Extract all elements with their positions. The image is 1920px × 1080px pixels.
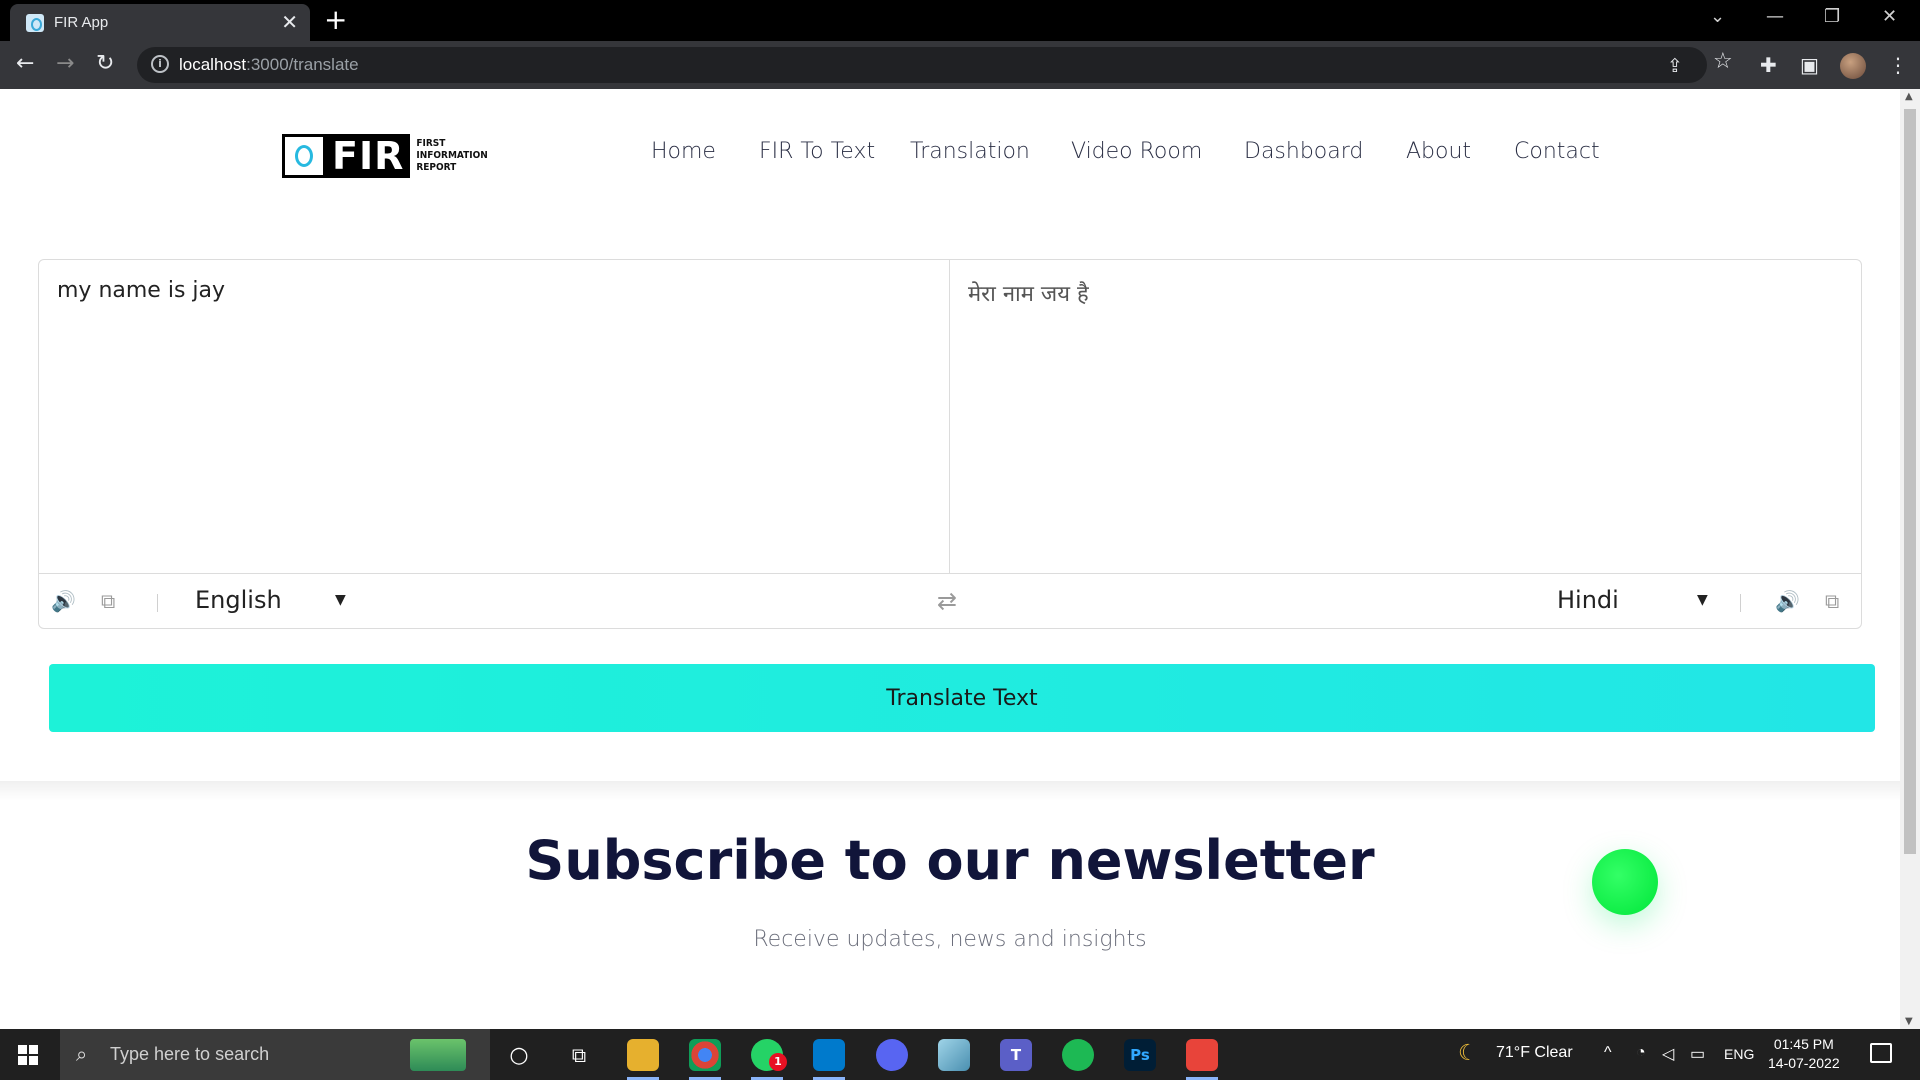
- url-path: :3000/translate: [246, 55, 359, 74]
- back-arrow-icon[interactable]: ←: [16, 51, 34, 76]
- side-panel-icon[interactable]: ▣: [1800, 53, 1819, 77]
- discord-icon[interactable]: [876, 1039, 908, 1071]
- swap-languages-icon[interactable]: ⇄: [937, 587, 957, 615]
- whatsapp-icon[interactable]: 1: [751, 1039, 787, 1080]
- chrome-icon[interactable]: [689, 1039, 721, 1080]
- forward-arrow-icon[interactable]: →: [56, 51, 74, 76]
- target-copy-icon[interactable]: ⧉: [1825, 589, 1839, 613]
- volume-icon[interactable]: ◁: [1662, 1044, 1674, 1064]
- nav-home[interactable]: Home: [651, 139, 716, 164]
- search-icon: ⌕: [76, 1042, 88, 1066]
- profile-avatar[interactable]: [1840, 53, 1866, 79]
- target-pane: [950, 260, 1861, 573]
- scrollbar-thumb[interactable]: [1904, 109, 1916, 854]
- page-content: FIR FIRST INFORMATION REPORT Home FIR To…: [0, 89, 1900, 1029]
- translated-text-output[interactable]: [950, 260, 1861, 573]
- search-highlight-icon: [410, 1039, 466, 1071]
- source-copy-icon[interactable]: ⧉: [101, 589, 115, 613]
- restore-button[interactable]: ❐: [1824, 6, 1840, 27]
- scroll-up-arrow-icon[interactable]: ▲: [1905, 91, 1913, 102]
- share-icon[interactable]: ⇪: [1667, 55, 1683, 77]
- floating-chat-button[interactable]: [1592, 849, 1658, 915]
- notifications-icon[interactable]: [1870, 1043, 1892, 1063]
- url-text[interactable]: localhost:3000/translate: [179, 55, 359, 75]
- system-clock[interactable]: 01:45 PM 14-07-2022: [1768, 1035, 1840, 1073]
- file-explorer-icon[interactable]: [627, 1039, 659, 1080]
- teams-icon[interactable]: T: [1000, 1039, 1032, 1071]
- windows-start-icon[interactable]: [18, 1045, 38, 1065]
- chevron-down-icon[interactable]: ▼: [1697, 592, 1708, 608]
- windows-taskbar: ⌕ Type here to search ○ ⧉ 1 T Ps ☾ 71°F …: [0, 1029, 1920, 1080]
- newsletter-subtitle: Receive updates, news and insights: [753, 927, 1147, 952]
- taskbar-search-placeholder: Type here to search: [110, 1044, 270, 1064]
- vscode-icon[interactable]: [813, 1039, 845, 1080]
- browser-tab-bar: FIR App ✕ + ⌄ — ❐ ✕: [0, 0, 1920, 41]
- weather-text[interactable]: 71°F Clear: [1496, 1044, 1573, 1062]
- section-divider: [0, 781, 1900, 801]
- snipping-tool-icon[interactable]: [1186, 1039, 1218, 1080]
- tray-chevron-icon[interactable]: ^: [1604, 1044, 1612, 1062]
- reload-icon[interactable]: ↻: [96, 51, 114, 76]
- extensions-puzzle-icon[interactable]: ✚: [1760, 53, 1777, 77]
- target-language-select[interactable]: Hindi: [1557, 586, 1619, 614]
- target-speaker-icon[interactable]: 🔊: [1775, 589, 1800, 613]
- battery-icon[interactable]: ▭: [1690, 1044, 1705, 1064]
- site-info-icon[interactable]: i: [151, 55, 169, 73]
- nav-about[interactable]: About: [1406, 139, 1471, 164]
- nav-video-room[interactable]: Video Room: [1071, 139, 1202, 164]
- clock-time: 01:45 PM: [1773, 1036, 1834, 1052]
- chevron-down-icon[interactable]: ▼: [335, 592, 346, 608]
- taskbar-search[interactable]: ⌕ Type here to search: [60, 1029, 490, 1080]
- source-text-input[interactable]: [39, 260, 949, 573]
- input-language[interactable]: ENG: [1724, 1046, 1754, 1062]
- browser-toolbar: ← → ↻ i localhost:3000/translate ⇪ ☆ ✚ ▣…: [0, 41, 1920, 89]
- minimize-button[interactable]: —: [1766, 6, 1784, 27]
- source-speaker-icon[interactable]: 🔊: [51, 589, 76, 613]
- close-window-button[interactable]: ✕: [1882, 6, 1897, 27]
- main-nav: Home FIR To Text Translation Video Room …: [0, 139, 1900, 169]
- url-host: localhost: [179, 55, 247, 74]
- browser-tab[interactable]: FIR App ✕: [10, 4, 310, 41]
- browser-menu-icon[interactable]: ⋮: [1888, 53, 1908, 77]
- wifi-icon[interactable]: ◔: [1636, 1044, 1646, 1062]
- bookmark-star-icon[interactable]: ☆: [1713, 49, 1733, 74]
- new-tab-button[interactable]: +: [324, 4, 347, 36]
- translator-box: 🔊 ⧉ English ▼ ⇄ Hindi ▼ 🔊 ⧉: [38, 259, 1862, 629]
- nav-fir-to-text[interactable]: FIR To Text: [759, 139, 875, 164]
- tab-search-icon[interactable]: ⌄: [1710, 6, 1725, 27]
- nav-translation[interactable]: Translation: [910, 139, 1030, 164]
- translator-controls: 🔊 ⧉ English ▼ ⇄ Hindi ▼ 🔊 ⧉: [39, 573, 1861, 629]
- notes-app-icon[interactable]: [938, 1039, 970, 1071]
- address-bar[interactable]: i localhost:3000/translate ⇪: [137, 47, 1707, 83]
- divider: [157, 594, 158, 612]
- whatsapp-badge: 1: [769, 1053, 787, 1071]
- nav-contact[interactable]: Contact: [1514, 139, 1600, 164]
- divider: [1740, 594, 1741, 612]
- scroll-down-arrow-icon[interactable]: ▼: [1905, 1016, 1913, 1027]
- clock-date: 14-07-2022: [1768, 1055, 1840, 1071]
- tab-title: FIR App: [54, 14, 109, 31]
- tab-close-icon[interactable]: ✕: [281, 10, 298, 34]
- page-scrollbar[interactable]: ▲ ▼: [1900, 89, 1920, 1029]
- cortana-icon[interactable]: ○: [503, 1039, 535, 1071]
- photoshop-icon[interactable]: Ps: [1124, 1039, 1156, 1071]
- site-favicon-icon: [26, 14, 44, 32]
- spotify-icon[interactable]: [1062, 1039, 1094, 1071]
- source-language-select[interactable]: English: [195, 586, 282, 614]
- translate-button[interactable]: Translate Text: [49, 664, 1875, 732]
- source-pane: [39, 260, 950, 573]
- nav-dashboard[interactable]: Dashboard: [1244, 139, 1363, 164]
- task-view-icon[interactable]: ⧉: [563, 1039, 595, 1071]
- weather-moon-icon[interactable]: ☾: [1458, 1040, 1478, 1066]
